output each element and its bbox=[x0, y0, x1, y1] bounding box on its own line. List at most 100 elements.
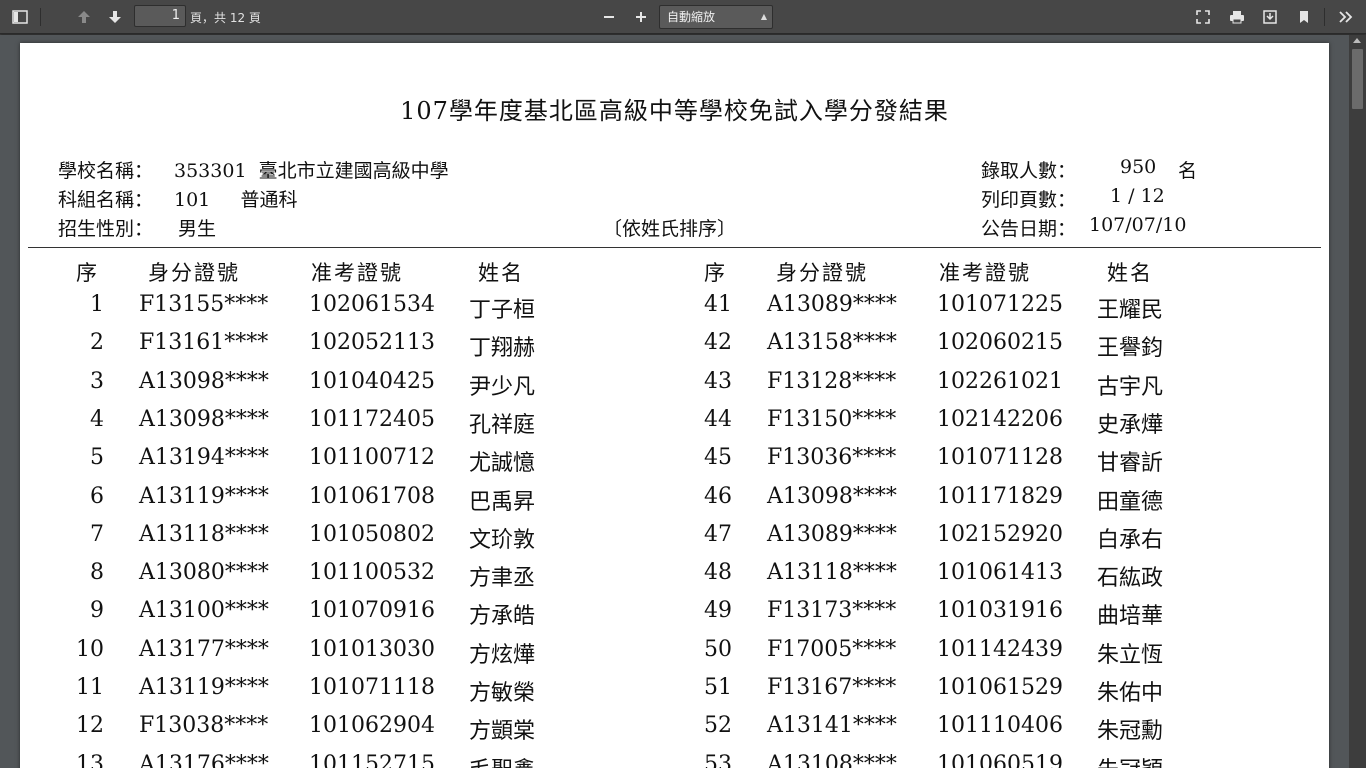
cell-name: 甘睿訢 bbox=[1097, 451, 1164, 477]
next-page-icon[interactable] bbox=[102, 5, 128, 29]
zoom-out-icon[interactable] bbox=[596, 5, 622, 29]
cell-exam-no: 102142206 bbox=[937, 406, 1063, 432]
table-row: 10 A13177**** 101013030 方炫燁 50 F17005**** 1011… bbox=[20, 637, 1329, 675]
cell-id: A13098**** bbox=[767, 483, 897, 509]
cell-exam-no: 101062904 bbox=[309, 713, 435, 739]
column-header-id: 身分證號 bbox=[776, 261, 868, 285]
cell-id: A13098**** bbox=[139, 406, 269, 432]
cell-exam-no: 101152715 bbox=[309, 751, 435, 768]
cell-id: A13176**** bbox=[139, 751, 269, 768]
cell-seq: 44 bbox=[704, 406, 732, 432]
cell-seq: 52 bbox=[704, 713, 732, 739]
cell-exam-no: 101171829 bbox=[937, 483, 1063, 509]
cell-exam-no: 101071128 bbox=[937, 445, 1063, 471]
cell-name: 史承燁 bbox=[1097, 412, 1164, 438]
table-row: 11 A13119**** 101071118 方敏榮 51 F13167**** 1010… bbox=[20, 675, 1329, 713]
cell-name: 方顗棠 bbox=[469, 719, 536, 745]
table-row: 13 A13176**** 101152715 毛聖鑫 53 A13108**** 1010… bbox=[20, 752, 1329, 768]
cell-name: 王耀民 bbox=[1097, 298, 1164, 323]
cell-id: A13080**** bbox=[139, 560, 269, 586]
cell-exam-no: 102060215 bbox=[937, 330, 1063, 356]
cell-seq: 6 bbox=[90, 483, 104, 509]
table-row: 12 F13038**** 101062904 方顗棠 52 A13141**** 1011… bbox=[20, 713, 1329, 751]
school-value: 353301 臺北市立建國高級中學 bbox=[174, 160, 449, 182]
cell-exam-no: 101050802 bbox=[309, 521, 435, 547]
dept-value: 101 普通科 bbox=[174, 189, 298, 211]
print-icon[interactable] bbox=[1224, 5, 1250, 29]
cell-exam-no: 102052113 bbox=[309, 330, 435, 356]
admitted-value: 950 bbox=[1120, 156, 1157, 178]
cell-exam-no: 101040425 bbox=[309, 368, 435, 394]
column-header-id: 身分證號 bbox=[148, 261, 240, 285]
header-divider bbox=[28, 247, 1321, 248]
column-header-seq: 序 bbox=[704, 261, 727, 285]
scroll-up-icon[interactable] bbox=[1353, 38, 1361, 43]
cell-seq: 7 bbox=[90, 521, 104, 547]
cell-name: 朱立恆 bbox=[1097, 642, 1164, 668]
column-header-name: 姓名 bbox=[478, 261, 524, 285]
cell-id: A13118**** bbox=[767, 560, 897, 586]
scrollbar-thumb[interactable] bbox=[1352, 49, 1363, 109]
sidebar-toggle-icon[interactable] bbox=[7, 5, 33, 29]
cell-exam-no: 101061413 bbox=[937, 560, 1063, 586]
cell-seq: 8 bbox=[90, 560, 104, 586]
sort-note: 〔依姓氏排序〕 bbox=[603, 218, 737, 240]
cell-id: A13118**** bbox=[139, 521, 269, 547]
cell-exam-no: 101031916 bbox=[937, 598, 1063, 624]
cell-id: F13036**** bbox=[767, 445, 897, 471]
cell-seq: 42 bbox=[704, 330, 732, 356]
gender-value: 男生 bbox=[178, 218, 217, 240]
cell-exam-no: 101142439 bbox=[937, 636, 1063, 662]
cell-id: A13089**** bbox=[767, 292, 897, 317]
cell-seq: 3 bbox=[90, 368, 104, 394]
cell-id: F13155**** bbox=[139, 292, 269, 317]
column-header-exam-no: 准考證號 bbox=[939, 261, 1031, 285]
cell-name: 尹少凡 bbox=[469, 374, 536, 400]
presentation-mode-icon[interactable] bbox=[1190, 5, 1216, 29]
date-label: 公告日期： bbox=[981, 218, 1077, 240]
cell-seq: 43 bbox=[704, 368, 732, 394]
table-row: 3 A13098**** 101040425 尹少凡 43 F13128**** 10226… bbox=[20, 369, 1329, 407]
cell-name: 方聿丞 bbox=[469, 566, 536, 592]
cell-name: 毛聖鑫 bbox=[469, 752, 535, 768]
cell-name: 朱冠穎 bbox=[1097, 752, 1163, 768]
cell-id: A13119**** bbox=[139, 675, 269, 700]
cell-id: A13141**** bbox=[767, 713, 897, 739]
cell-exam-no: 101110406 bbox=[937, 713, 1063, 739]
cell-name: 方承皓 bbox=[469, 604, 536, 630]
cell-seq: 9 bbox=[90, 598, 104, 624]
cell-id: F13038**** bbox=[139, 713, 269, 739]
cell-exam-no: 101172405 bbox=[309, 406, 435, 432]
download-icon[interactable] bbox=[1257, 5, 1283, 29]
dept-label: 科組名稱： bbox=[58, 189, 154, 211]
school-label: 學校名稱： bbox=[58, 160, 154, 182]
toolbar-divider bbox=[40, 8, 41, 26]
cell-seq: 53 bbox=[704, 751, 732, 768]
page-number-input[interactable]: 1 bbox=[134, 5, 186, 27]
column-header-name: 姓名 bbox=[1107, 261, 1153, 285]
cell-name: 白承右 bbox=[1097, 527, 1164, 553]
zoom-in-icon[interactable] bbox=[628, 5, 654, 29]
cell-id: F13150**** bbox=[767, 406, 897, 432]
cell-id: A13100**** bbox=[139, 598, 269, 624]
tools-icon[interactable] bbox=[1333, 5, 1359, 29]
cell-name: 方炫燁 bbox=[469, 642, 536, 668]
cell-seq: 41 bbox=[704, 292, 732, 317]
cell-seq: 13 bbox=[76, 751, 104, 768]
previous-page-icon[interactable] bbox=[71, 5, 97, 29]
pdf-page: 107學年度基北區高級中等學校免試入學分發結果 學校名稱： 353301 臺北市… bbox=[20, 43, 1329, 768]
cell-name: 丁翔赫 bbox=[469, 336, 536, 362]
page-count-label: 頁，共 12 頁 bbox=[190, 11, 261, 25]
vertical-scrollbar[interactable] bbox=[1349, 35, 1366, 768]
bookmark-icon[interactable] bbox=[1291, 5, 1317, 29]
cell-exam-no: 102152920 bbox=[937, 521, 1063, 547]
cell-seq: 11 bbox=[76, 675, 104, 700]
gender-label: 招生性別： bbox=[58, 218, 154, 240]
table-row: 4 A13098**** 101172405 孔祥庭 44 F13150**** 10214… bbox=[20, 407, 1329, 445]
cell-id: A13158**** bbox=[767, 330, 897, 356]
cell-name: 田童德 bbox=[1097, 489, 1164, 515]
document-viewer[interactable]: 107學年度基北區高級中等學校免試入學分發結果 學校名稱： 353301 臺北市… bbox=[0, 35, 1349, 768]
cell-seq: 5 bbox=[90, 445, 104, 471]
table-row: 9 A13100**** 101070916 方承皓 49 F13173**** 10103… bbox=[20, 598, 1329, 636]
zoom-select[interactable]: 自動縮放 ▲▼ bbox=[659, 5, 773, 43]
